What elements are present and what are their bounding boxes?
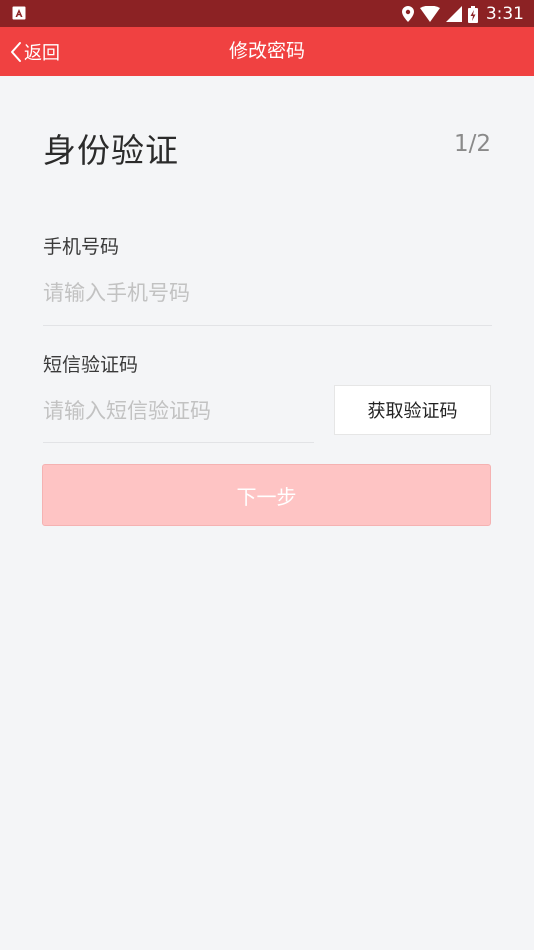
wifi-icon — [419, 6, 440, 22]
notification-icon — [12, 6, 26, 20]
phone-label: 手机号码 — [43, 236, 120, 258]
signal-icon — [445, 6, 462, 22]
location-icon — [401, 6, 414, 22]
phone-divider — [43, 325, 492, 326]
get-code-button[interactable]: 获取验证码 — [334, 385, 491, 435]
back-label: 返回 — [24, 42, 60, 64]
next-button[interactable]: 下一步 — [42, 464, 491, 526]
sms-code-input[interactable] — [43, 396, 313, 426]
back-button[interactable]: 返回 — [10, 27, 60, 76]
sms-label: 短信验证码 — [43, 354, 139, 376]
chevron-left-icon — [11, 41, 21, 62]
page-title: 身份验证 — [43, 131, 179, 170]
page-header-title: 修改密码 — [228, 40, 305, 62]
main-content: 身份验证 1/2 手机号码 短信验证码 获取验证码 下一步 — [0, 76, 534, 950]
battery-icon — [467, 5, 478, 23]
phone-input[interactable] — [43, 278, 491, 308]
status-icons: 3:31 — [401, 4, 524, 24]
nav-bar: 修改密码 返回 — [0, 27, 534, 76]
sms-divider — [43, 442, 314, 443]
step-indicator: 1/2 — [453, 131, 491, 157]
status-time: 3:31 — [485, 4, 524, 24]
status-bar: 3:31 — [0, 0, 534, 27]
